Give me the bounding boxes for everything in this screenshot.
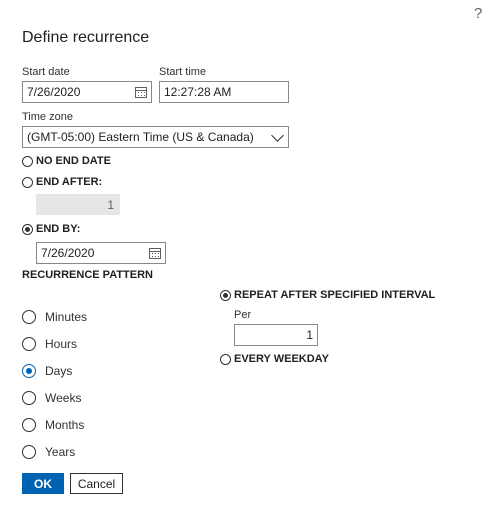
end-by-option[interactable]: END BY:: [22, 223, 80, 235]
start-date-field[interactable]: 7/26/2020: [22, 81, 152, 103]
chevron-down-icon: [271, 128, 284, 142]
unit-radio[interactable]: [22, 337, 36, 351]
calendar-icon[interactable]: [149, 247, 161, 259]
every-weekday-radio[interactable]: [220, 353, 231, 365]
unit-option-minutes[interactable]: Minutes: [22, 310, 87, 324]
end-after-option[interactable]: END AFTER:: [22, 176, 102, 188]
unit-option-hours[interactable]: Hours: [22, 337, 77, 351]
end-by-label: END BY:: [36, 223, 81, 235]
time-zone-label: Time zone: [22, 111, 73, 123]
unit-option-months[interactable]: Months: [22, 418, 84, 432]
repeat-after-radio[interactable]: [220, 289, 231, 301]
every-weekday-label: EVERY WEEKDAY: [234, 353, 329, 365]
every-weekday-option[interactable]: EVERY WEEKDAY: [220, 353, 329, 365]
cancel-button[interactable]: Cancel: [70, 473, 123, 494]
per-label: Per: [234, 309, 252, 321]
per-value: 1: [306, 328, 313, 342]
unit-option-weeks[interactable]: Weeks: [22, 391, 81, 405]
no-end-date-option[interactable]: NO END DATE: [22, 155, 111, 167]
ok-button[interactable]: OK: [22, 473, 64, 494]
unit-option-days[interactable]: Days: [22, 364, 72, 378]
start-date-label: Start date: [22, 66, 70, 78]
no-end-date-label: NO END DATE: [36, 155, 111, 167]
unit-label: Hours: [45, 337, 78, 351]
start-time-label: Start time: [159, 66, 207, 78]
end-after-count-field: 1: [36, 194, 120, 215]
end-by-radio[interactable]: [22, 223, 33, 235]
time-zone-select[interactable]: (GMT-05:00) Eastern Time (US & Canada): [22, 126, 289, 148]
time-zone-value: (GMT-05:00) Eastern Time (US & Canada): [27, 130, 254, 144]
end-after-label: END AFTER:: [36, 176, 103, 188]
calendar-icon[interactable]: [135, 86, 147, 98]
start-date-value: 7/26/2020: [27, 85, 81, 99]
end-by-date-value: 7/26/2020: [41, 246, 95, 260]
recurrence-pattern-heading: RECURRENCE PATTERN: [22, 269, 153, 281]
end-after-radio[interactable]: [22, 176, 33, 188]
unit-radio[interactable]: [22, 310, 36, 324]
unit-radio[interactable]: [22, 418, 36, 432]
repeat-after-label: REPEAT AFTER SPECIFIED INTERVAL: [234, 289, 436, 301]
unit-radio[interactable]: [22, 391, 36, 405]
unit-label: Years: [45, 445, 76, 459]
no-end-date-radio[interactable]: [22, 155, 33, 167]
start-time-field[interactable]: 12:27:28 AM: [159, 81, 289, 103]
start-time-value: 12:27:28 AM: [164, 85, 232, 99]
unit-radio[interactable]: [22, 364, 36, 378]
unit-label: Days: [45, 364, 73, 378]
define-recurrence-dialog: ? Define recurrence Start date 7/26/2020…: [0, 0, 497, 525]
unit-radio[interactable]: [22, 445, 36, 459]
dialog-title: Define recurrence: [22, 29, 150, 46]
unit-label: Minutes: [45, 310, 88, 324]
end-after-count-value: 1: [107, 197, 114, 212]
unit-option-years[interactable]: Years: [22, 445, 75, 459]
end-by-date-field[interactable]: 7/26/2020: [36, 242, 166, 264]
unit-label: Weeks: [45, 391, 82, 405]
unit-label: Months: [45, 418, 85, 432]
per-input[interactable]: 1: [234, 324, 318, 346]
help-icon[interactable]: ?: [474, 5, 482, 22]
repeat-after-interval-option[interactable]: REPEAT AFTER SPECIFIED INTERVAL: [220, 289, 435, 301]
